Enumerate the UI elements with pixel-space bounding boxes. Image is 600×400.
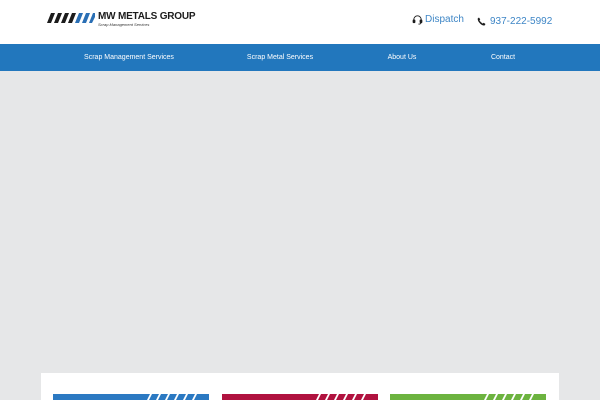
card-stripe-bar [222,394,378,400]
service-card-red[interactable] [222,394,378,400]
card-stripe-bar [390,394,546,400]
logo-stripes-icon [47,13,95,23]
phone-link[interactable]: 937-222-5992 [477,16,552,27]
nav-item-about-us[interactable]: About Us [388,44,417,71]
phone-number: 937-222-5992 [490,16,553,27]
site-logo[interactable]: MW METALS GROUP Scrap Management Service… [47,11,196,28]
main-nav: Scrap Management Services Scrap Metal Se… [0,44,600,71]
headset-icon [412,15,423,25]
services-panel [41,373,559,400]
nav-item-scrap-management-services[interactable]: Scrap Management Services [84,44,174,71]
card-stripe-bar [53,394,209,400]
nav-item-scrap-metal-services[interactable]: Scrap Metal Services [247,44,313,71]
logo-tagline: Scrap Management Services [98,22,150,27]
logo-name: MW METALS GROUP [98,11,196,22]
dispatch-label: Dispatch [425,14,464,25]
site-header: MW METALS GROUP Scrap Management Service… [0,0,600,44]
dispatch-link[interactable]: Dispatch [412,14,464,25]
hero-banner [0,71,600,374]
nav-item-contact[interactable]: Contact [491,44,515,71]
service-card-blue[interactable] [53,394,209,400]
service-card-green[interactable] [390,394,546,400]
phone-icon [477,17,486,26]
